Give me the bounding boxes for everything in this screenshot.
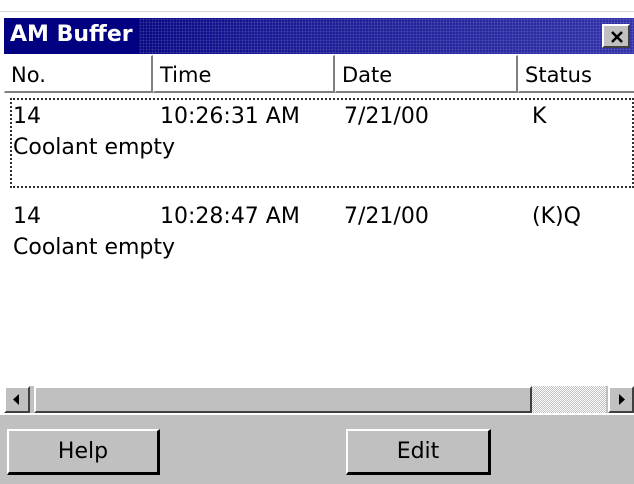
row-no: 14 (13, 104, 41, 129)
list-item[interactable]: 14 10:28:47 AM 7/21/00 (K)Q Coolant empt… (10, 198, 634, 288)
message-list: 14 10:26:31 AM 7/21/00 K Coolant empty 1… (4, 96, 634, 386)
help-button[interactable]: Help (7, 429, 160, 475)
row-description: Coolant empty (13, 235, 176, 260)
column-header-status[interactable]: Status (518, 55, 634, 93)
list-item[interactable]: 14 10:26:31 AM 7/21/00 K Coolant empty (10, 98, 634, 188)
row-no: 14 (13, 204, 41, 229)
edit-button[interactable]: Edit (346, 429, 491, 475)
column-header-date[interactable]: Date (335, 55, 518, 93)
column-header-time[interactable]: Time (153, 55, 335, 93)
scroll-track[interactable] (532, 386, 606, 413)
column-header: No. Time Date Status (4, 55, 634, 96)
row-status: (K)Q (532, 204, 581, 229)
row-date: 7/21/00 (344, 104, 429, 129)
close-button[interactable] (602, 24, 630, 48)
row-description: Coolant empty (13, 135, 176, 160)
row-time: 10:28:47 AM (160, 204, 300, 229)
close-icon (611, 31, 623, 43)
title-bar[interactable]: AM Buffer (4, 18, 634, 54)
scroll-left-button[interactable] (4, 386, 30, 413)
column-header-no[interactable]: No. (4, 55, 153, 93)
arrow-right-icon (619, 394, 625, 405)
button-bar: Help Edit (0, 413, 634, 484)
scroll-thumb[interactable] (34, 386, 532, 413)
arrow-left-icon (13, 394, 19, 405)
row-date: 7/21/00 (344, 204, 429, 229)
horizontal-scrollbar[interactable] (4, 386, 634, 413)
scroll-right-button[interactable] (608, 386, 634, 413)
top-strip (0, 0, 634, 12)
row-time: 10:26:31 AM (160, 104, 300, 129)
window-title: AM Buffer (10, 22, 133, 47)
row-status: K (532, 104, 547, 129)
